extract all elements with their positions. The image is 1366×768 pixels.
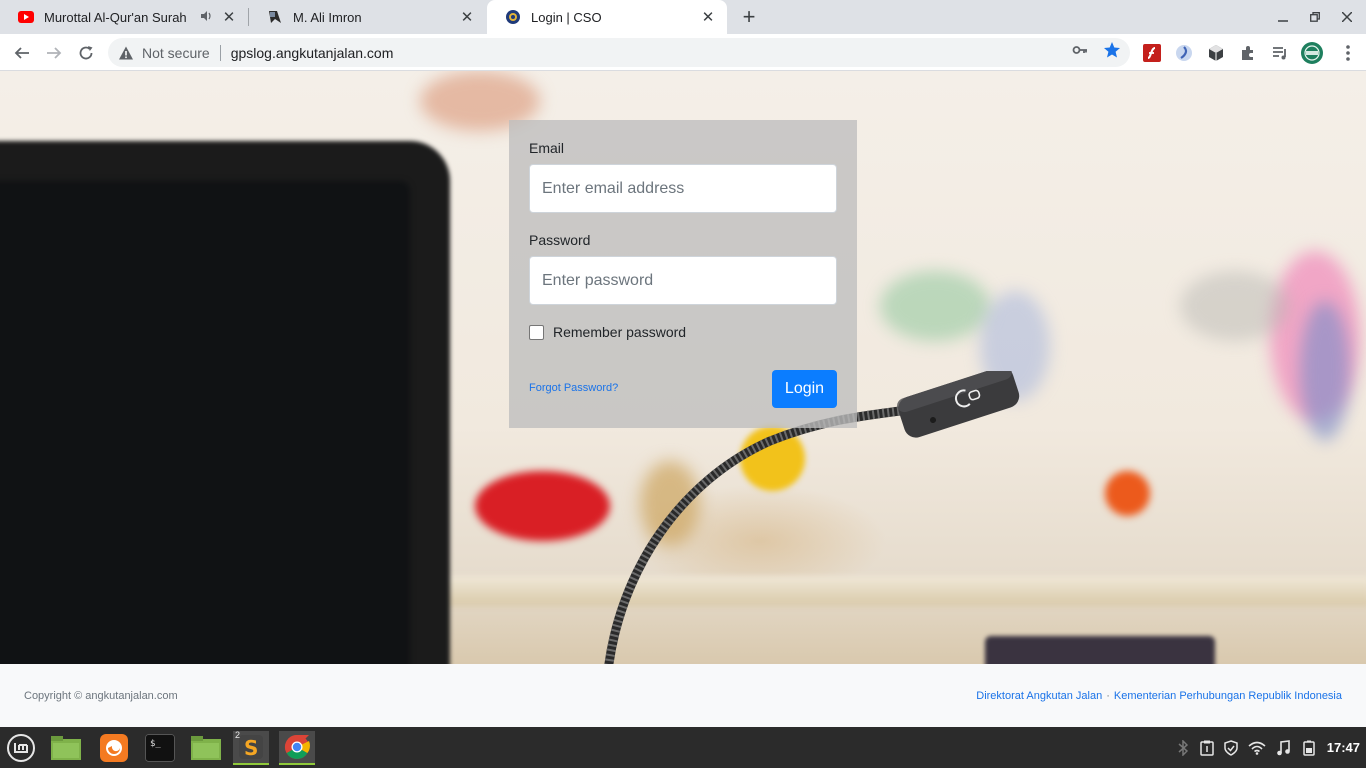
- logo-icon: [505, 9, 521, 25]
- tab-ali-imron[interactable]: M. Ali Imron ✕: [249, 0, 486, 34]
- tab-murottal[interactable]: Murottal Al-Qur'an Surah ✕: [0, 0, 248, 34]
- login-page: Email Password Remember password Forgot …: [0, 71, 1366, 664]
- os-taskbar: $_ S 2 17:47: [0, 727, 1366, 768]
- files-icon[interactable]: [188, 731, 224, 765]
- email-input[interactable]: [529, 164, 837, 213]
- ministry-link[interactable]: Kementerian Perhubungan Republik Indones…: [1114, 690, 1342, 702]
- email-label: Email: [529, 140, 565, 156]
- tab-login-cso[interactable]: Login | CSO ✕: [487, 0, 727, 34]
- back-button[interactable]: [9, 40, 35, 66]
- bluetooth-icon[interactable]: [1174, 739, 1192, 757]
- remember-label[interactable]: Remember password: [553, 324, 686, 340]
- password-input[interactable]: [529, 256, 837, 305]
- bg-laptop-screen: [0, 181, 410, 664]
- warning-icon[interactable]: [118, 45, 134, 61]
- chrome-icon[interactable]: [279, 731, 315, 765]
- footer-links: Direktorat Angkutan Jalan · Kementerian Pe…: [976, 690, 1342, 702]
- close-icon[interactable]: ✕: [699, 8, 717, 26]
- close-icon[interactable]: ✕: [458, 8, 476, 26]
- media-queue-icon[interactable]: [1270, 43, 1290, 63]
- directorate-link[interactable]: Direktorat Angkutan Jalan: [976, 690, 1102, 702]
- key-icon[interactable]: [1070, 40, 1090, 60]
- divider: [219, 44, 221, 61]
- browser-toolbar: Not secure gpslog.angkutanjalan.com: [0, 34, 1366, 71]
- close-window-icon[interactable]: [1336, 6, 1358, 28]
- restore-icon[interactable]: [1304, 6, 1326, 28]
- tab-title: Login | CSO: [531, 9, 602, 25]
- cube-extension-icon[interactable]: [1206, 43, 1226, 63]
- bookmark-star-icon[interactable]: [1102, 40, 1122, 60]
- svg-text:$_: $_: [150, 739, 161, 749]
- battery-icon[interactable]: [1300, 739, 1318, 757]
- new-tab-button[interactable]: +: [737, 4, 761, 29]
- forward-button[interactable]: [41, 40, 67, 66]
- page-footer: Copyright © angkutanjalan.com Direktorat…: [0, 664, 1366, 727]
- remember-checkbox[interactable]: [529, 324, 544, 340]
- security-status: Not secure: [142, 44, 210, 61]
- tab-title: Murottal Al-Qur'an Surah: [44, 9, 187, 25]
- puzzle-extensions-icon[interactable]: [1238, 43, 1258, 63]
- login-card: Email Password Remember password Forgot …: [509, 120, 857, 428]
- bg-blur-bluegray: [1300, 301, 1350, 441]
- bg-blur-orange-2: [1105, 471, 1150, 516]
- password-label: Password: [529, 232, 591, 248]
- bg-blur-green: [880, 271, 990, 341]
- site-icon: [267, 9, 283, 25]
- tab-strip: Murottal Al-Qur'an Surah ✕ M. Ali Imron …: [0, 0, 1366, 34]
- profile-avatar[interactable]: [1300, 41, 1324, 65]
- sublime-text-icon[interactable]: S 2: [233, 730, 269, 765]
- url-text[interactable]: gpslog.angkutanjalan.com: [231, 45, 394, 61]
- wifi-icon[interactable]: [1248, 739, 1266, 757]
- footer-separator: ·: [1106, 690, 1110, 702]
- minimize-icon[interactable]: [1272, 6, 1294, 28]
- flash-extension-icon[interactable]: [1142, 43, 1162, 63]
- bg-blur-gray: [1180, 271, 1290, 341]
- tab-title: M. Ali Imron: [293, 9, 362, 25]
- terminal-icon[interactable]: $_: [142, 731, 178, 765]
- address-bar[interactable]: Not secure gpslog.angkutanjalan.com: [108, 38, 1130, 67]
- clock[interactable]: 17:47: [1327, 740, 1360, 755]
- close-icon[interactable]: ✕: [220, 8, 238, 26]
- extension-circle-icon[interactable]: [1174, 43, 1194, 63]
- bg-blur-red: [475, 471, 610, 541]
- window-count-badge: 2: [235, 730, 241, 740]
- forgot-password-link[interactable]: Forgot Password?: [529, 382, 618, 394]
- music-note-icon[interactable]: [1274, 739, 1292, 757]
- youtube-icon: [18, 9, 34, 25]
- menu-kebab-icon[interactable]: [1338, 43, 1358, 63]
- shield-icon[interactable]: [1222, 739, 1240, 757]
- login-button[interactable]: Login: [772, 370, 837, 408]
- svg-text:S: S: [244, 736, 258, 760]
- mint-menu-icon[interactable]: [3, 731, 39, 765]
- remember-row: Remember password: [529, 324, 837, 340]
- show-desktop-icon[interactable]: [48, 731, 84, 765]
- copyright-text: Copyright © angkutanjalan.com: [24, 690, 178, 702]
- firefox-icon[interactable]: [96, 731, 132, 765]
- speaker-icon[interactable]: [200, 10, 212, 25]
- clipboard-icon[interactable]: [1198, 739, 1216, 757]
- reload-button[interactable]: [73, 40, 99, 66]
